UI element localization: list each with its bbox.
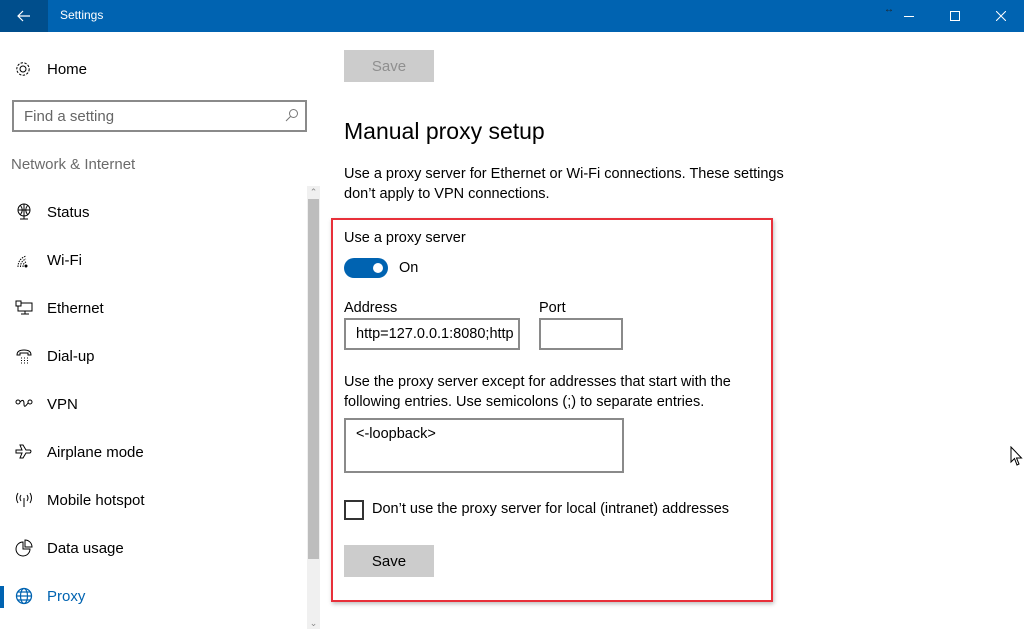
sidebar-scrollbar[interactable]: ⌃ ⌄ [307,186,320,629]
mouse-cursor-icon [1010,446,1023,466]
sidebar-item-airplane-mode[interactable]: Airplane mode [0,430,300,474]
search-placeholder: Find a setting [24,108,115,125]
use-proxy-label: Use a proxy server [344,230,466,246]
home-nav[interactable]: Home [14,60,87,78]
sidebar-item-label: Status [47,203,90,221]
local-addresses-checkbox[interactable] [344,500,364,520]
address-input[interactable]: http=127.0.0.1:8080;http [344,318,520,350]
sidebar-item-ethernet[interactable]: Ethernet [0,286,300,330]
globe-monitor-icon [14,202,34,222]
sidebar-item-wifi[interactable]: Wi-Fi [0,238,300,282]
page-heading: Manual proxy setup [344,118,545,144]
scroll-thumb[interactable] [308,199,319,559]
airplane-icon [14,442,34,462]
sidebar-item-vpn[interactable]: VPN [0,382,300,426]
close-button[interactable] [978,0,1024,32]
sidebar: Home Find a setting Network & Internet S… [0,32,322,631]
exceptions-label: Use the proxy server except for addresse… [344,374,731,410]
proxy-toggle[interactable] [344,258,388,278]
save-button[interactable]: Save [344,545,434,577]
window-title: Settings [60,8,104,22]
sidebar-item-status[interactable]: Status [0,190,300,234]
toggle-knob [373,263,383,273]
vpn-icon [14,394,34,414]
toggle-state: On [399,260,419,276]
scroll-up-arrow-icon[interactable]: ⌃ [307,186,320,198]
sidebar-item-label: Airplane mode [47,443,144,461]
minimize-button[interactable] [886,0,932,32]
title-bar: Settings ↔ [0,0,1024,32]
ethernet-icon [14,298,34,318]
sidebar-item-mobile-hotspot[interactable]: Mobile hotspot [0,478,300,522]
sidebar-item-label: VPN [47,395,78,413]
sidebar-item-proxy[interactable]: Proxy [0,574,300,618]
wifi-icon [14,250,34,270]
close-icon [996,11,1006,21]
hotspot-icon [14,490,34,510]
arrow-left-icon [17,10,30,22]
sidebar-item-label: Data usage [47,539,124,557]
maximize-button[interactable] [932,0,978,32]
description: Use a proxy server for Ethernet or Wi-Fi… [344,166,784,202]
phone-icon [14,346,34,366]
search-icon[interactable] [285,108,299,122]
home-label: Home [47,60,88,78]
sidebar-item-dialup[interactable]: Dial-up [0,334,300,378]
search-input[interactable]: Find a setting [12,100,307,132]
pie-chart-icon [14,538,34,558]
port-label: Port [539,300,566,316]
sidebar-item-label: Mobile hotspot [47,491,145,509]
sidebar-item-label: Proxy [47,587,86,605]
save-button-top[interactable]: Save [344,50,434,82]
exceptions-input[interactable]: <-loopback> [344,418,624,473]
gear-icon [16,62,30,76]
sidebar-item-label: Ethernet [47,299,104,317]
sidebar-item-data-usage[interactable]: Data usage [0,526,300,570]
main-content: Save Manual proxy setup Use a proxy serv… [330,32,1024,631]
section-title: Network & Internet [11,156,136,173]
maximize-icon [950,11,960,21]
sidebar-item-label: Wi-Fi [47,251,82,269]
sidebar-item-label: Dial-up [47,347,95,365]
back-button[interactable] [0,0,48,32]
scroll-down-arrow-icon[interactable]: ⌄ [307,617,320,629]
minimize-icon [904,16,914,17]
address-label: Address [344,300,398,316]
port-input[interactable] [539,318,623,350]
globe-icon [14,586,34,606]
local-addresses-label: Don’t use the proxy server for local (in… [372,501,730,517]
